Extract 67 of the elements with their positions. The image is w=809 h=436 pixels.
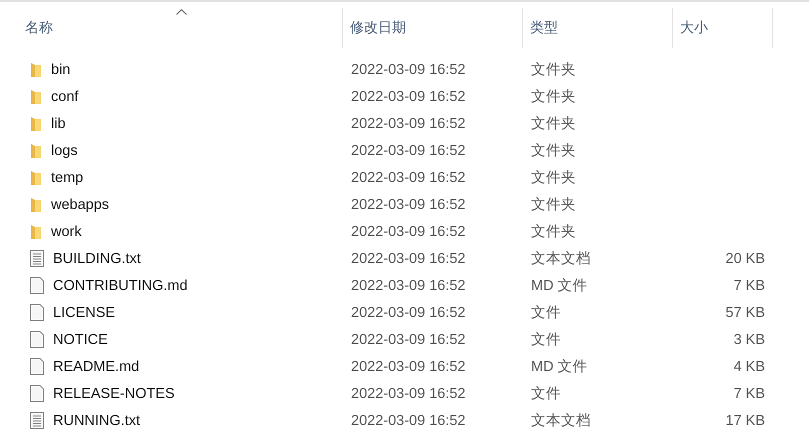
file-type: 文件夹 <box>531 170 576 186</box>
file-size: 17 KB <box>726 412 765 428</box>
document-icon <box>30 358 44 375</box>
file-type: 文件夹 <box>531 143 576 159</box>
file-type: 文件夹 <box>531 224 576 240</box>
file-name[interactable]: conf <box>51 88 78 104</box>
modified-date: 2022-03-09 16:52 <box>351 332 466 348</box>
file-type: 文本文档 <box>531 251 591 267</box>
modified-date: 2022-03-09 16:52 <box>351 412 466 428</box>
modified-date: 2022-03-09 16:52 <box>351 386 466 402</box>
modified-date: 2022-03-09 16:52 <box>351 62 466 78</box>
file-name[interactable]: work <box>51 224 82 240</box>
modified-date: 2022-03-09 16:52 <box>351 224 466 240</box>
column-header[interactable]: 修改日期 <box>343 8 523 48</box>
file-name[interactable]: bin <box>51 62 70 78</box>
file-name[interactable]: README.md <box>53 358 140 374</box>
document-icon <box>30 304 44 321</box>
file-size: 7 KB <box>734 386 765 402</box>
folder-icon <box>30 62 42 78</box>
file-type: 文本文档 <box>531 413 591 429</box>
column-header[interactable]: 大小 <box>673 8 773 48</box>
modified-date: 2022-03-09 16:52 <box>351 304 466 320</box>
modified-date: 2022-03-09 16:52 <box>351 170 466 186</box>
file-size: 4 KB <box>734 358 765 374</box>
file-size: 20 KB <box>726 250 765 266</box>
folder-icon <box>30 116 42 132</box>
file-type: 文件 <box>531 305 561 321</box>
file-name[interactable]: temp <box>51 170 84 186</box>
file-type: 文件 <box>531 332 561 348</box>
folder-icon <box>30 224 42 240</box>
document-icon <box>30 385 44 402</box>
file-size: 57 KB <box>726 304 765 320</box>
file-name[interactable]: BUILDING.txt <box>53 250 141 266</box>
file-size: 3 KB <box>734 332 765 348</box>
file-size: 7 KB <box>734 278 765 294</box>
modified-date: 2022-03-09 16:52 <box>351 278 466 294</box>
file-name[interactable]: RELEASE-NOTES <box>53 386 175 402</box>
file-name[interactable]: lib <box>51 116 66 132</box>
document-icon <box>30 277 44 294</box>
file-name[interactable]: webapps <box>51 196 110 212</box>
modified-date: 2022-03-09 16:52 <box>351 358 466 374</box>
text-document-icon <box>30 412 44 429</box>
file-name[interactable]: NOTICE <box>53 332 108 348</box>
modified-date: 2022-03-09 16:52 <box>351 88 466 104</box>
file-name[interactable]: CONTRIBUTING.md <box>53 278 188 294</box>
folder-icon <box>30 196 42 212</box>
text-document-icon <box>30 250 44 267</box>
folder-icon <box>30 142 42 158</box>
file-type: 文件夹 <box>531 197 576 213</box>
document-icon <box>30 331 44 348</box>
column-header[interactable]: 类型 <box>523 8 673 48</box>
file-name[interactable]: LICENSE <box>53 304 116 320</box>
column-header[interactable]: 名称 <box>0 8 343 48</box>
file-type: 文件 <box>531 386 561 402</box>
file-name[interactable]: logs <box>51 142 78 158</box>
modified-date: 2022-03-09 16:52 <box>351 142 466 158</box>
file-name[interactable]: RUNNING.txt <box>53 412 140 428</box>
file-type: 文件夹 <box>531 62 576 78</box>
folder-icon <box>30 88 42 104</box>
file-type: 文件夹 <box>531 116 576 132</box>
file-type: MD 文件 <box>531 278 588 294</box>
modified-date: 2022-03-09 16:52 <box>351 196 466 212</box>
file-type: 文件夹 <box>531 89 576 105</box>
modified-date: 2022-03-09 16:52 <box>351 116 466 132</box>
modified-date: 2022-03-09 16:52 <box>351 250 466 266</box>
file-type: MD 文件 <box>531 359 588 375</box>
folder-icon <box>30 170 42 186</box>
